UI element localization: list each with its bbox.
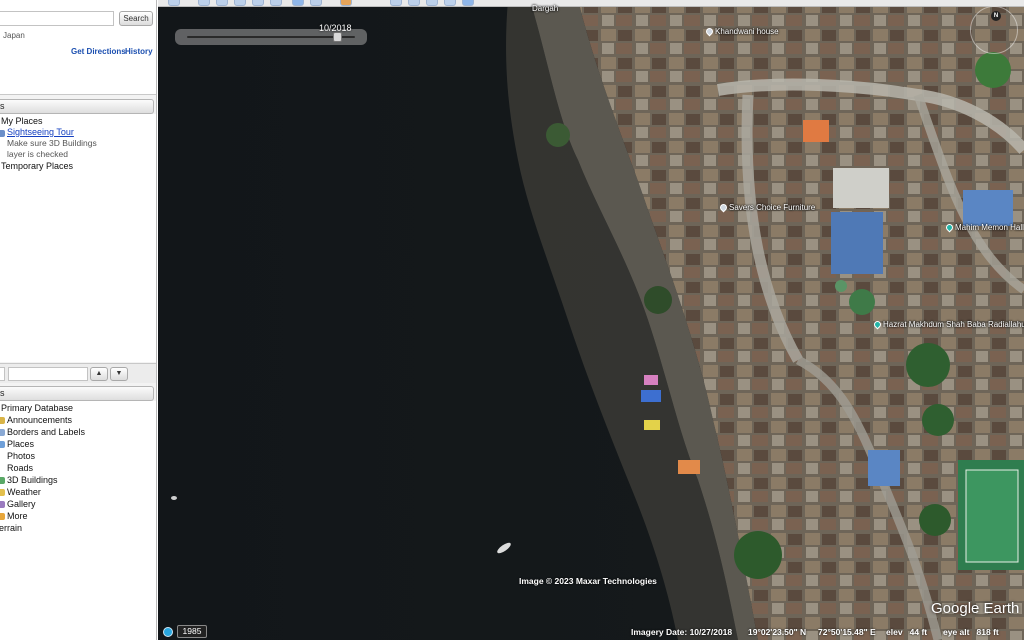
- search-button[interactable]: Search: [119, 11, 153, 26]
- sidebar: Search Japan Get Directions History s My…: [0, 0, 157, 640]
- layer-primary-database[interactable]: Primary Database: [1, 403, 73, 413]
- borders-icon: [0, 429, 5, 436]
- move-down-button[interactable]: ▼: [110, 367, 128, 381]
- more-icon: [0, 513, 5, 520]
- status-bar: Imagery Date: 10/27/2018 19°02'23.50" N …: [158, 624, 1024, 640]
- poi-label: Hazrat Makhdum Shah Baba Radiallahuan: [883, 320, 1024, 329]
- layers-panel-header[interactable]: s: [0, 386, 154, 401]
- time-slider-track[interactable]: [187, 36, 355, 38]
- toolbar-maps-icon[interactable]: [462, 0, 474, 6]
- toolbar-sidebar-icon[interactable]: [168, 0, 180, 6]
- navigation-compass[interactable]: N: [970, 6, 1018, 54]
- move-up-button[interactable]: ▲: [90, 367, 108, 381]
- search-panel: Search Japan Get Directions History: [0, 0, 156, 95]
- time-slider-date: 10/2018: [319, 23, 352, 33]
- latitude-readout: 19°02'23.50" N: [748, 627, 807, 637]
- 3d-buildings-icon: [0, 477, 5, 484]
- google-earth-logo: Google Earth: [931, 600, 1020, 617]
- location-pin-icon: [704, 26, 715, 37]
- poi-dargah[interactable]: Dargah: [532, 4, 558, 13]
- places-toolbar: ▲ ▼: [0, 363, 156, 383]
- layer-gallery[interactable]: Gallery: [7, 499, 36, 509]
- location-pin-icon: [872, 319, 883, 330]
- layer-weather[interactable]: Weather: [7, 487, 41, 497]
- imagery-copyright: Image © 2023 Maxar Technologies: [519, 576, 657, 586]
- eye-altitude-readout: eye alt 818 ft: [943, 627, 999, 637]
- location-pin-icon: [944, 222, 955, 233]
- location-pin-icon: [718, 202, 729, 213]
- places-icon: [0, 441, 5, 448]
- layer-more[interactable]: More: [7, 511, 28, 521]
- toolbar-sun-icon[interactable]: [310, 0, 322, 6]
- layer-places[interactable]: Places: [7, 439, 34, 449]
- get-directions-link[interactable]: Get Directions: [71, 47, 126, 56]
- poi-savers-choice-furniture[interactable]: Savers Choice Furniture: [718, 202, 816, 213]
- elevation-readout: elev 44 ft: [886, 627, 928, 637]
- weather-icon: [0, 489, 5, 496]
- poi-khandwani-house[interactable]: Khandwani house: [704, 26, 779, 37]
- layer-roads[interactable]: Roads: [7, 463, 33, 473]
- poi-mahim-memon-hall[interactable]: Mahim Memon Hall: [944, 222, 1024, 233]
- poi-label: Khandwani house: [715, 27, 779, 36]
- layer-announcements[interactable]: Announcements: [7, 415, 72, 425]
- layers-panel: Primary Database Announcements Borders a…: [0, 401, 156, 640]
- toolbar-email-icon[interactable]: [408, 0, 420, 6]
- map-view[interactable]: 10/2018 Dargah Khandwani house Savers Ch…: [158, 0, 1024, 640]
- search-result[interactable]: Japan: [3, 31, 25, 40]
- poi-label: Mahim Memon Hall: [955, 223, 1024, 232]
- places-panel: My Places Sightseeing Tour Make sure 3D …: [0, 114, 156, 362]
- toolbar-placemark-icon[interactable]: [198, 0, 210, 6]
- tree-item-temporary-places[interactable]: Temporary Places: [1, 161, 73, 171]
- layer-terrain[interactable]: errain: [0, 523, 22, 533]
- toolbar-path-icon[interactable]: [234, 0, 246, 6]
- layer-photos[interactable]: Photos: [7, 451, 35, 461]
- places-toolbar-box[interactable]: [0, 367, 5, 381]
- imagery-date: Imagery Date: 10/27/2018: [631, 627, 733, 637]
- compass-north-icon[interactable]: N: [991, 11, 1001, 21]
- history-link[interactable]: History: [125, 47, 153, 56]
- toolbar-ruler-icon[interactable]: [390, 0, 402, 6]
- gallery-icon: [0, 501, 5, 508]
- toolbar-tour-icon[interactable]: [270, 0, 282, 6]
- search-input[interactable]: [0, 11, 114, 26]
- toolbar-print-icon[interactable]: [426, 0, 438, 6]
- poi-hazrat-makhdum-shah-baba[interactable]: Hazrat Makhdum Shah Baba Radiallahuan: [872, 319, 1024, 330]
- toolbar-image-icon[interactable]: [444, 0, 456, 6]
- time-slider-thumb[interactable]: [333, 32, 343, 42]
- toolbar-overlay-icon[interactable]: [252, 0, 264, 6]
- top-toolbar: [158, 0, 1024, 7]
- toolbar-history-icon[interactable]: [292, 0, 304, 6]
- tree-item-note-line1: Make sure 3D Buildings: [7, 138, 97, 148]
- toolbar-polygon-icon[interactable]: [216, 0, 228, 6]
- poi-label: Dargah: [532, 4, 559, 13]
- tree-item-note-line2: layer is checked: [7, 149, 68, 159]
- tree-item-sightseeing-tour[interactable]: Sightseeing Tour: [7, 127, 74, 137]
- layer-3d-buildings[interactable]: 3D Buildings: [7, 475, 58, 485]
- layer-borders-labels[interactable]: Borders and Labels: [7, 427, 85, 437]
- places-panel-header[interactable]: s: [0, 99, 154, 114]
- announcements-icon: [0, 417, 5, 424]
- toolbar-planets-icon[interactable]: [340, 0, 352, 6]
- longitude-readout: 72°50'15.48" E: [818, 627, 876, 637]
- places-filter-field[interactable]: [8, 367, 88, 381]
- tree-item-my-places[interactable]: My Places: [1, 116, 43, 126]
- tour-icon: [0, 130, 5, 137]
- poi-label: Savers Choice Furniture: [729, 203, 816, 212]
